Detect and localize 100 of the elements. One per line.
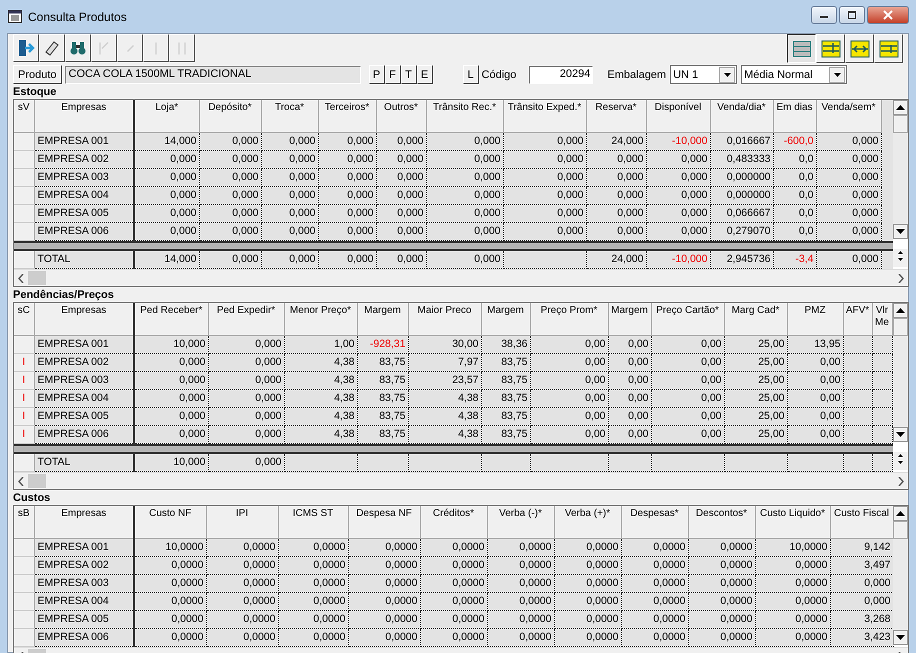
binoculars-button[interactable] bbox=[65, 34, 91, 62]
table-cell: 0,000 bbox=[586, 150, 646, 168]
scroll-thumb[interactable] bbox=[28, 474, 46, 488]
maximize-button[interactable] bbox=[839, 6, 865, 24]
column-header[interactable]: Marg Cad* bbox=[724, 303, 787, 336]
column-header[interactable]: Empresas bbox=[34, 100, 134, 132]
letter-button[interactable]: T bbox=[400, 65, 417, 84]
table-cell: 0,0000 bbox=[134, 592, 206, 610]
column-header[interactable]: Descontos* bbox=[688, 506, 755, 538]
column-header[interactable]: Menor Preço* bbox=[284, 303, 357, 336]
column-header[interactable]: Créditos* bbox=[420, 506, 487, 538]
scroll-thumb[interactable] bbox=[28, 271, 46, 285]
row-indicator bbox=[14, 592, 34, 610]
column-header[interactable]: Verba (+)* bbox=[554, 506, 621, 538]
table-cell: 4,38 bbox=[284, 426, 357, 444]
table-cell: 83,75 bbox=[357, 354, 408, 372]
total-cell: 2,945736 bbox=[710, 251, 773, 268]
column-header[interactable]: Preço Cartão* bbox=[651, 303, 724, 336]
table-cell: 0,000 bbox=[376, 222, 426, 240]
scroll-thumb[interactable] bbox=[893, 115, 908, 133]
scroll-thumb[interactable] bbox=[893, 521, 908, 539]
table-cell: 0,000 bbox=[261, 150, 318, 168]
column-header[interactable]: Terceiros* bbox=[318, 100, 376, 132]
column-header[interactable]: sC bbox=[14, 303, 34, 336]
vertical-scrollbar[interactable] bbox=[893, 100, 908, 239]
table-cell: 0,0000 bbox=[487, 628, 554, 646]
letter-button[interactable]: E bbox=[416, 65, 433, 84]
table-cell bbox=[843, 336, 872, 354]
table-cell: 0,000 bbox=[426, 168, 503, 186]
column-header[interactable]: sB bbox=[14, 506, 34, 538]
column-header[interactable]: Trânsito Exped.* bbox=[503, 100, 586, 132]
table-cell: 0,0000 bbox=[554, 592, 621, 610]
exit-button[interactable] bbox=[13, 34, 39, 62]
spin-button[interactable] bbox=[893, 452, 908, 470]
average-dropdown[interactable]: Média Normal bbox=[741, 65, 848, 84]
vertical-scrollbar[interactable] bbox=[893, 506, 908, 645]
spin-arrows-icon bbox=[896, 249, 905, 263]
column-header[interactable]: Custo Fiscal bbox=[830, 506, 893, 538]
vertical-scrollbar[interactable] bbox=[893, 303, 908, 442]
table-cell: 0,00 bbox=[530, 372, 608, 390]
eraser-button[interactable] bbox=[39, 34, 65, 62]
column-header[interactable]: Vlr Me bbox=[872, 303, 892, 336]
column-header[interactable]: Reserva* bbox=[586, 100, 646, 132]
column-header[interactable]: Troca* bbox=[261, 100, 318, 132]
table-cell: 0,000 bbox=[208, 408, 284, 426]
table-cell: 83,75 bbox=[481, 372, 530, 390]
column-header[interactable]: Outros* bbox=[376, 100, 426, 132]
table-cell bbox=[843, 408, 872, 426]
scroll-right-icon bbox=[898, 274, 904, 282]
table-cell: 0,0000 bbox=[206, 538, 278, 556]
scroll-thumb[interactable] bbox=[893, 318, 908, 336]
l-button[interactable]: L bbox=[462, 65, 479, 84]
column-header[interactable]: Despesa NF bbox=[348, 506, 420, 538]
horizontal-scrollbar[interactable] bbox=[14, 472, 908, 489]
column-header[interactable]: Margem bbox=[608, 303, 651, 336]
column-header[interactable]: PMZ bbox=[787, 303, 843, 336]
table-cell: 0,000 bbox=[376, 186, 426, 204]
table-cell: 0,0000 bbox=[348, 610, 420, 628]
column-header[interactable]: Custo NF bbox=[134, 506, 206, 538]
column-header[interactable]: Verba (-)* bbox=[487, 506, 554, 538]
column-header[interactable]: Trânsito Rec.* bbox=[426, 100, 503, 132]
column-header[interactable]: IPI bbox=[206, 506, 278, 538]
table-cell: EMPRESA 002 bbox=[34, 354, 134, 372]
column-header[interactable]: Venda/dia* bbox=[710, 100, 773, 132]
column-header[interactable]: Margem bbox=[481, 303, 530, 336]
table-cell: 3,268 bbox=[830, 610, 893, 628]
column-header[interactable]: ICMS ST bbox=[278, 506, 348, 538]
column-header[interactable]: Empresas bbox=[34, 303, 134, 336]
horizontal-scrollbar[interactable] bbox=[14, 269, 908, 286]
code-field[interactable]: 20294 bbox=[529, 66, 594, 84]
table-cell: 0,000 bbox=[318, 150, 376, 168]
column-header[interactable]: Disponível bbox=[646, 100, 710, 132]
column-header[interactable]: Loja* bbox=[134, 100, 199, 132]
top-view-button[interactable] bbox=[816, 34, 845, 63]
column-header[interactable]: Preço Prom* bbox=[530, 303, 608, 336]
column-header[interactable]: Em dias bbox=[773, 100, 816, 132]
close-button[interactable] bbox=[867, 6, 909, 24]
column-header[interactable]: Margem bbox=[357, 303, 408, 336]
spin-button[interactable] bbox=[893, 249, 908, 267]
bottom-view-button[interactable] bbox=[874, 34, 903, 63]
columns-view-button[interactable] bbox=[845, 34, 874, 63]
column-header[interactable]: sV bbox=[14, 100, 34, 132]
table-cell: 0,066667 bbox=[710, 204, 773, 222]
column-header[interactable]: Custo Liquido* bbox=[755, 506, 830, 538]
column-header[interactable]: Ped Expedir* bbox=[208, 303, 284, 336]
table-cell bbox=[843, 390, 872, 408]
product-button[interactable]: Produto bbox=[13, 65, 62, 84]
column-header[interactable]: AFV* bbox=[843, 303, 872, 336]
column-header[interactable]: Venda/sem* bbox=[816, 100, 881, 132]
column-header[interactable]: Empresas bbox=[34, 506, 134, 538]
column-header[interactable]: Maior Preco bbox=[408, 303, 481, 336]
column-header[interactable]: Depósito* bbox=[199, 100, 261, 132]
letter-button[interactable]: F bbox=[384, 65, 401, 84]
letter-button[interactable]: P bbox=[368, 65, 385, 84]
column-header[interactable]: Ped Receber* bbox=[134, 303, 208, 336]
column-header[interactable]: Despesas* bbox=[621, 506, 688, 538]
list-view-button[interactable] bbox=[787, 34, 816, 63]
packaging-dropdown[interactable]: UN 1 bbox=[670, 65, 738, 84]
table-cell: 0,000 bbox=[208, 372, 284, 390]
minimize-button[interactable] bbox=[811, 6, 837, 24]
